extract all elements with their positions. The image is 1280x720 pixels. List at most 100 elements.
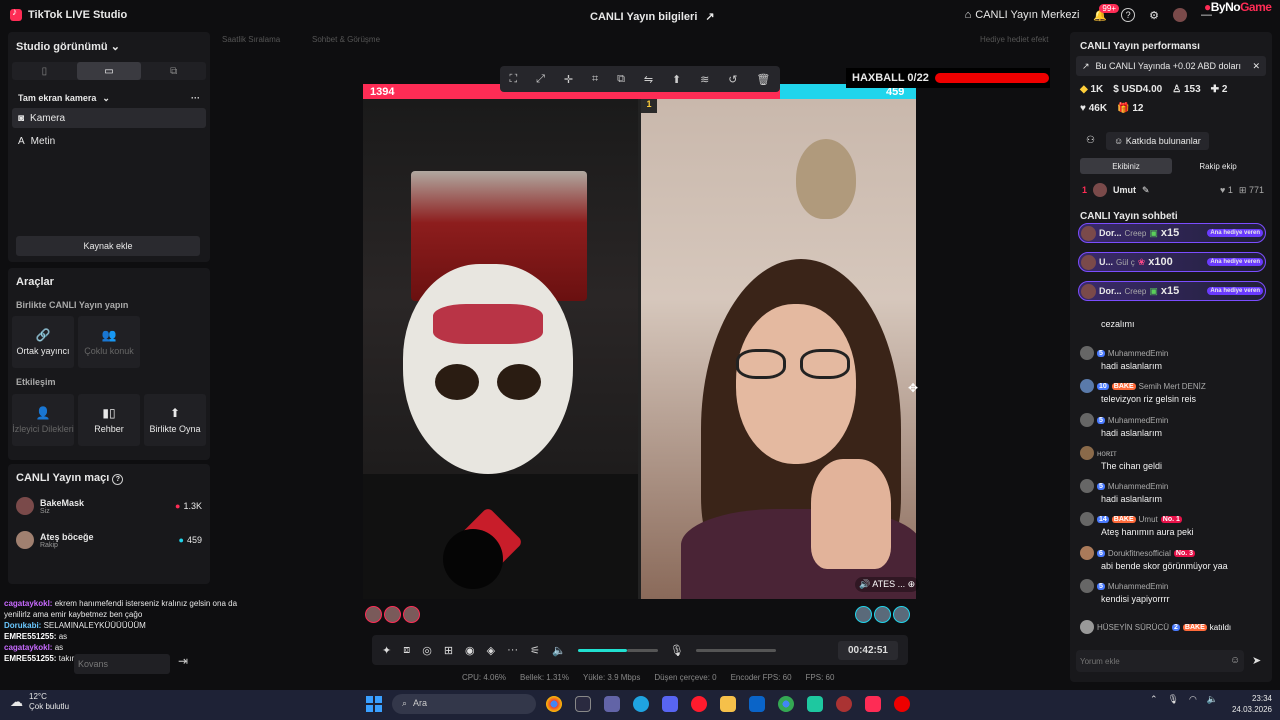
microphone-icon[interactable]: 🎙 — [670, 644, 684, 657]
delete-icon[interactable]: 🗑 — [756, 73, 770, 86]
chrome-alt-icon[interactable] — [778, 696, 794, 712]
network-icon[interactable]: ◠ — [1189, 694, 1197, 705]
top-gifter-row[interactable]: Dor... Creep ▣ x15 Ana hediye veren — [1078, 223, 1266, 243]
chat-message[interactable]: 5 MuhammedEmin hadi aslanlarım — [1080, 479, 1266, 504]
settings-gear-icon[interactable]: ⚙ — [1149, 9, 1159, 22]
effects-icon[interactable]: ◎ — [422, 644, 432, 657]
info-icon[interactable]: ? — [112, 474, 124, 485]
weather-widget[interactable]: ☁ 12°C Çok bulutlu — [10, 692, 69, 712]
flip-icon[interactable]: ⇋ — [644, 73, 653, 86]
app-green-icon[interactable] — [807, 696, 823, 712]
avatar[interactable] — [855, 606, 872, 623]
live-center-button[interactable]: ⌂ CANLI Yayın Merkezi — [965, 9, 1080, 21]
host-video[interactable] — [363, 99, 638, 599]
chat-meet-hint[interactable]: Sohbet & Görüşme — [312, 35, 380, 44]
mic-volume-slider[interactable] — [695, 648, 776, 652]
edge-icon[interactable] — [633, 696, 649, 712]
chat-message[interactable]: cezalımı — [1080, 318, 1266, 329]
viewer-wishes-button[interactable]: 👤 İzleyici Dilekleri — [12, 394, 74, 446]
expand-icon[interactable]: ⤢ — [536, 73, 545, 86]
landscape-layout-button[interactable]: ▭ — [76, 62, 142, 80]
live-info-button[interactable]: CANLI Yayın bilgileri ↗ — [590, 10, 715, 24]
studio-view-title[interactable]: Studio görünümü ⌄ — [16, 40, 120, 53]
fit-icon[interactable]: ⛶ — [509, 73, 517, 86]
opponent-name-tag[interactable]: 🔊 ATES ... ⊕ — [855, 577, 920, 592]
windows-start-icon[interactable] — [366, 696, 382, 712]
speaker-icon[interactable]: 🔈 — [552, 644, 566, 657]
opera-icon[interactable] — [691, 696, 707, 712]
store-icon[interactable] — [575, 696, 591, 712]
hourly-ranking-hint[interactable]: Saatlik Sıralama — [222, 35, 280, 44]
youtube-icon[interactable] — [894, 696, 910, 712]
help-icon[interactable]: ? — [1121, 8, 1136, 22]
source-item-text[interactable]: A Metin — [12, 131, 206, 151]
portrait-layout-button[interactable]: ▯ — [12, 62, 77, 80]
chat-message[interactable]: 5 MuhammedEmin kendisi yapiyorrrr — [1080, 579, 1266, 604]
tab-your-team[interactable]: Ekibiniz — [1080, 158, 1172, 174]
close-icon[interactable]: ✕ — [1252, 61, 1260, 72]
avatar[interactable] — [365, 606, 382, 623]
layer-up-icon[interactable]: ⬆ — [672, 73, 681, 86]
split-layout-button[interactable]: ⧉ — [141, 62, 206, 80]
multi-guest-button[interactable]: 👥 Çoklu konuk — [78, 316, 140, 368]
notifications-button[interactable]: 🔔 99+ — [1093, 3, 1119, 22]
co-host-button[interactable]: 🔗 Ortak yayıncı — [12, 316, 74, 368]
chat-message[interactable]: 10 BAKE Semih Mert DENİZ televizyon riz ge… — [1080, 379, 1266, 404]
volume-icon[interactable]: 🔈 — [1207, 694, 1218, 705]
source-item-camera[interactable]: ◙ Kamera — [12, 108, 206, 128]
mail-icon[interactable] — [749, 696, 765, 712]
taskbar-clock[interactable]: 23:34 24.03.2026 — [1228, 693, 1272, 715]
emoji-icon[interactable]: ☺ — [1230, 655, 1240, 666]
copy-icon[interactable]: ⧉ — [617, 73, 625, 86]
exit-icon[interactable]: ⇥ — [178, 654, 198, 674]
more-icon[interactable]: ··· — [507, 644, 518, 656]
discord-icon[interactable] — [662, 696, 678, 712]
chat-message[interactable]: 14 BAKE Umut No. 1 Ateş hanımın aura peki — [1080, 512, 1266, 537]
scene-selector[interactable]: Tam ekran kamera ⌄ ··· — [12, 88, 206, 108]
profile-avatar[interactable] — [1173, 8, 1187, 22]
app-chrome-beta-icon[interactable] — [836, 696, 852, 712]
chat-message[interactable]: 5 MuhammedEmin hadi aslanlarım — [1080, 346, 1266, 371]
avatar[interactable] — [893, 606, 910, 623]
kovans-field[interactable]: Kovans — [74, 654, 170, 674]
chat-message[interactable]: 5 MuhammedEmin hadi aslanlarım — [1080, 413, 1266, 438]
layers-icon[interactable]: ≋ — [700, 73, 709, 86]
camera-effects-icon[interactable]: ◈ — [487, 644, 495, 657]
more-options-icon[interactable]: ··· — [191, 93, 200, 103]
opponent-video[interactable] — [641, 99, 916, 599]
taskbar-search[interactable]: ⌕ Ara — [392, 694, 536, 714]
top-gifter-row[interactable]: U... Gül ç ❀ x100 Ana hediye veren — [1078, 252, 1266, 272]
microphone-icon[interactable]: 🎙 — [1168, 694, 1179, 705]
avatar[interactable] — [874, 606, 891, 623]
play-together-button[interactable]: ⬆ Birlikte Oyna — [144, 394, 206, 446]
join-message[interactable]: HÜSEYİN SÜRÜCÜ 2 BAKE katıldı — [1080, 620, 1266, 634]
chevron-up-icon[interactable]: ⌃ — [1150, 694, 1158, 705]
guide-button[interactable]: ▮▯ Rehber — [78, 394, 140, 446]
record-icon[interactable]: ◉ — [465, 644, 475, 657]
avatar[interactable] — [384, 606, 401, 623]
reset-icon[interactable]: ↺ — [728, 73, 737, 86]
chat-message[interactable]: 6 Dorukfitnesofficial No. 3 abi bende skor… — [1080, 546, 1266, 571]
send-icon[interactable]: ➤ — [1252, 654, 1261, 667]
folder-icon[interactable] — [720, 696, 736, 712]
teams-icon[interactable] — [604, 696, 620, 712]
comment-input[interactable] — [1076, 650, 1244, 672]
capture-icon[interactable]: ⊞ — [444, 644, 453, 657]
contributors-button[interactable]: ☺ Katkıda bulunanlar — [1106, 132, 1209, 150]
top-contributor-row[interactable]: 1 Umut ✎ ♥ 1 ⊞ 771 — [1082, 183, 1264, 197]
gift-effects-hint[interactable]: Hediye hediet efekt — [980, 35, 1049, 44]
mixer-icon[interactable]: ⚟ — [530, 644, 540, 657]
add-source-button[interactable]: Kaynak ekle — [16, 236, 200, 256]
volume-slider-fill[interactable] — [577, 648, 628, 652]
magic-wand-icon[interactable]: ✦ — [382, 644, 391, 657]
scene-edit-icon[interactable]: ⧈ — [403, 644, 410, 657]
chrome-icon[interactable] — [546, 696, 562, 712]
top-gifter-row[interactable]: Dor... Creep ▣ x15 Ana hediye veren — [1078, 281, 1266, 301]
volume-slider-track[interactable] — [627, 648, 658, 652]
crop-icon[interactable]: ⌗ — [592, 73, 598, 86]
avatar[interactable] — [403, 606, 420, 623]
tiktok-live-studio-icon[interactable] — [865, 696, 881, 712]
chat-message[interactable]: ʜᴏʀɪᴛ The cihan geldi — [1080, 446, 1266, 471]
tab-opponent-team[interactable]: Rakip ekip — [1172, 158, 1264, 174]
center-icon[interactable]: ✛ — [564, 73, 573, 86]
